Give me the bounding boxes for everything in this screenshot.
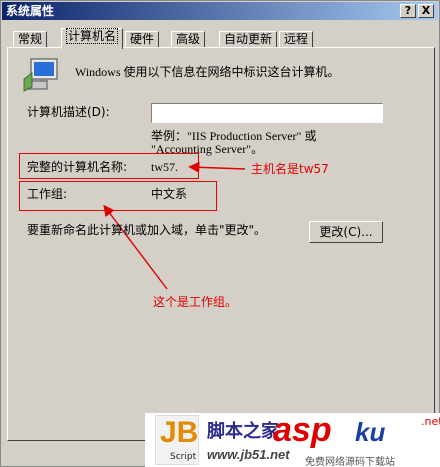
tab-hardware[interactable]: 硬件 — [125, 31, 160, 48]
watermark-logo: JB Script — [155, 415, 199, 465]
workgroup-annotation: 这个是工作组。 — [153, 295, 238, 309]
example-text-line1: 举例："IIS Production Server" 或 — [151, 129, 317, 143]
rename-instruction: 要重新命名此计算机或加入域，单击"更改"。 — [27, 223, 267, 237]
tab-automatic-updates[interactable]: 自动更新 — [219, 31, 278, 48]
watermark-brand-cn: 脚本之家 — [207, 421, 279, 442]
tab-computer-name[interactable]: 计算机名 — [61, 28, 124, 49]
computer-description-label: 计算机描述(D): — [27, 105, 110, 119]
tab-advanced[interactable]: 高级 — [171, 31, 206, 48]
window-title: 系统属性 — [6, 4, 55, 18]
system-properties-window: 系统属性 ? X 常规 计算机名 硬件 高级 自动更新 远程 Windows 使… — [0, 0, 440, 467]
change-button[interactable]: 更改(C)... — [309, 221, 383, 243]
watermark-brand-ku: ku — [355, 417, 386, 447]
full-computer-name-value: tw57. — [151, 160, 178, 174]
computer-icon — [23, 58, 58, 92]
watermark-slogan: 免费网络源码下载站 — [305, 457, 395, 467]
full-computer-name-label: 完整的计算机名称: — [27, 160, 128, 174]
intro-text: Windows 使用以下信息在网络中标识这台计算机。 — [75, 65, 340, 79]
watermark-brand-net: .net — [421, 415, 440, 428]
tab-strip: 常规 计算机名 硬件 高级 自动更新 远程 — [1, 28, 440, 49]
watermark-brand-asp: asp — [273, 413, 332, 449]
workgroup-value: 中文系 — [151, 187, 188, 201]
title-bar[interactable]: 系统属性 ? X — [2, 2, 438, 20]
help-button[interactable]: ? — [400, 4, 416, 18]
tab-general[interactable]: 常规 — [13, 31, 48, 48]
hostname-annotation: 主机名是tw57 — [251, 162, 329, 176]
tab-remote[interactable]: 远程 — [279, 31, 314, 48]
workgroup-label: 工作组: — [27, 187, 68, 201]
watermark-url: www.jb51.net — [207, 447, 290, 462]
computer-description-input[interactable] — [151, 103, 383, 123]
close-button[interactable]: X — [418, 4, 434, 18]
site-watermark: JB Script 脚本之家 asp ku .net www.jb51.net … — [145, 413, 440, 467]
